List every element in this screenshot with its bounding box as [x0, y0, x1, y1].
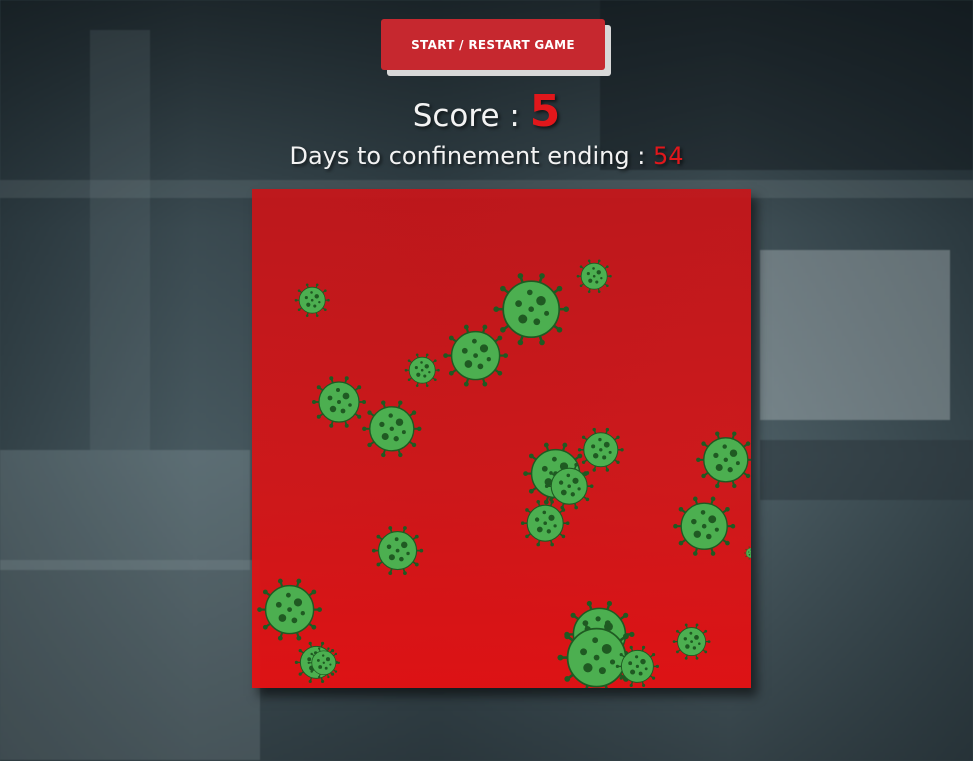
coronavirus-icon[interactable] [695, 429, 751, 491]
coronavirus-icon[interactable] [672, 622, 711, 661]
days-label: Days to confinement ending : [289, 142, 653, 170]
coronavirus-icon[interactable] [294, 282, 330, 318]
coronavirus-icon[interactable] [361, 398, 423, 460]
coronavirus-icon[interactable] [404, 352, 440, 388]
score-value: 5 [529, 86, 561, 137]
score-label: Score : [412, 98, 530, 134]
days-display: Days to confinement ending : 54 [0, 142, 973, 170]
coronavirus-icon[interactable] [615, 644, 660, 688]
coronavirus-icon[interactable] [576, 258, 612, 294]
coronavirus-icon[interactable] [311, 374, 367, 430]
coronavirus-icon[interactable] [672, 494, 736, 558]
score-display: Score : 5 [0, 86, 973, 137]
coronavirus-icon[interactable] [256, 576, 323, 643]
coronavirus-icon[interactable] [371, 524, 424, 577]
start-restart-button[interactable]: START / RESTART GAME [381, 19, 605, 70]
coronavirus-icon[interactable] [520, 498, 570, 548]
coronavirus-icon[interactable] [307, 646, 341, 680]
days-value: 54 [652, 142, 684, 170]
coronavirus-icon[interactable] [442, 322, 509, 389]
coronavirus-icon[interactable] [744, 546, 751, 560]
game-field[interactable] [252, 189, 751, 688]
